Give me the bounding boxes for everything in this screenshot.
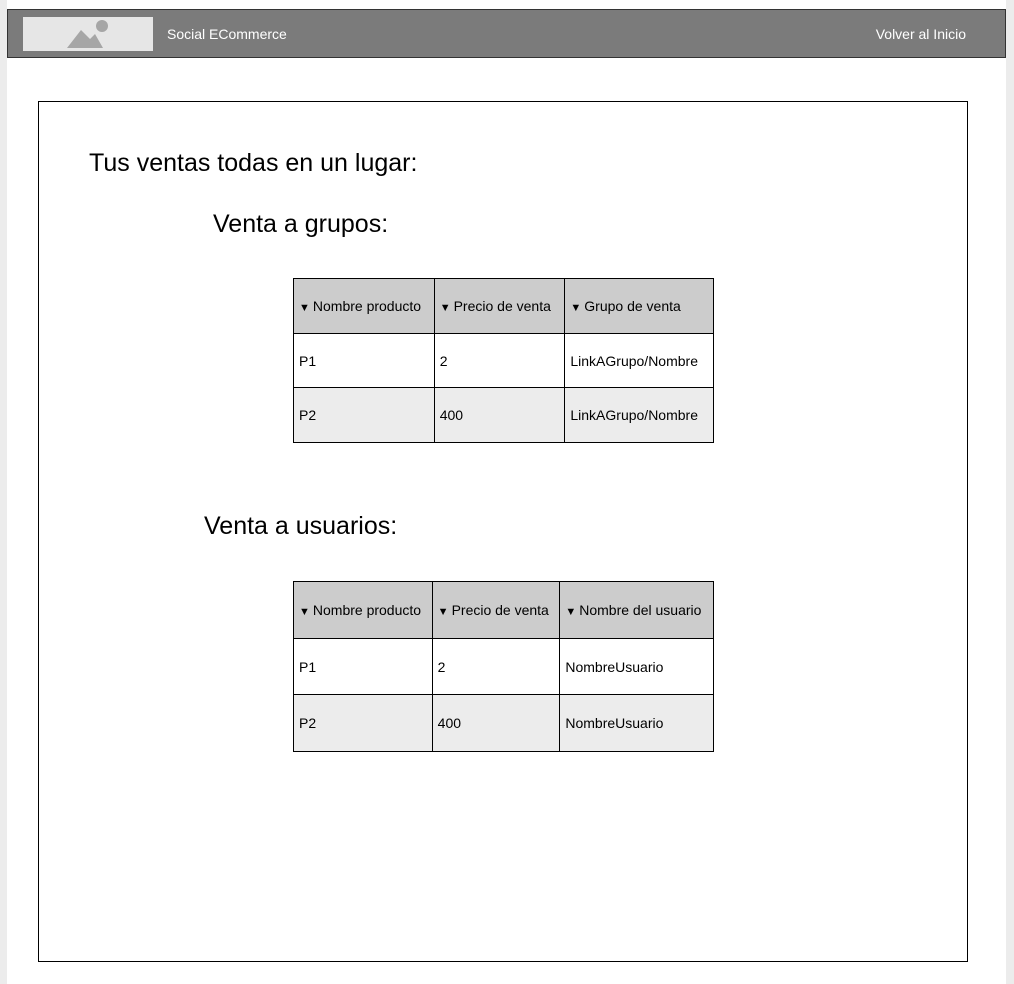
table-row: P2 400 LinkAGrupo/Nombre: [293, 387, 714, 443]
sort-down-icon: ▼: [565, 606, 577, 618]
table-header-row: ▼ Nombre producto ▼ Precio de venta ▼ Nombr…: [293, 581, 714, 639]
column-header-sale-price[interactable]: ▼ Precio de venta: [431, 581, 561, 639]
sort-down-icon: ▼: [439, 302, 451, 314]
group-sales-title: Venta a grupos:: [213, 210, 389, 238]
table-row: P1 2 NombreUsuario: [293, 638, 714, 695]
sales-panel: [38, 101, 968, 962]
column-header-user-name[interactable]: ▼ Nombre del usuario: [559, 581, 714, 639]
sale-price-cell: 2: [431, 638, 561, 695]
table-row: P1 2 LinkAGrupo/Nombre: [293, 333, 714, 388]
user-name-cell: NombreUsuario: [559, 638, 714, 695]
sort-down-icon: ▼: [570, 302, 582, 314]
product-name-cell: P1: [293, 638, 433, 695]
product-name-cell: P2: [293, 694, 433, 752]
sale-price-cell: 400: [433, 387, 566, 443]
sort-down-icon: ▼: [437, 606, 449, 618]
column-header-product-name[interactable]: ▼ Nombre producto: [293, 278, 435, 334]
sort-down-icon: ▼: [299, 606, 310, 618]
table-row: P2 400 NombreUsuario: [293, 694, 714, 752]
logo-placeholder: [23, 17, 153, 51]
app-title: Social ECommerce: [167, 26, 287, 42]
column-header-sale-price[interactable]: ▼ Precio de venta: [433, 278, 566, 334]
back-to-home-link[interactable]: Volver al Inicio: [876, 26, 966, 42]
sale-price-cell: 2: [433, 333, 566, 388]
table-header-row: ▼ Nombre producto ▼ Precio de venta ▼ Grupo…: [293, 278, 714, 334]
sort-down-icon: ▼: [299, 302, 310, 314]
product-name-cell: P2: [293, 387, 435, 443]
image-placeholder-icon: [67, 20, 108, 48]
column-header-product-name[interactable]: ▼ Nombre producto: [293, 581, 433, 639]
group-sales-table: ▼ Nombre producto ▼ Precio de venta ▼ Grupo…: [293, 278, 714, 443]
sale-price-cell: 400: [431, 694, 561, 752]
group-link-cell[interactable]: LinkAGrupo/Nombre: [564, 333, 714, 388]
product-name-cell: P1: [293, 333, 435, 388]
page-title: Tus ventas todas en un lugar:: [89, 149, 418, 177]
group-link-cell[interactable]: LinkAGrupo/Nombre: [564, 387, 714, 443]
user-sales-table: ▼ Nombre producto ▼ Precio de venta ▼ Nombr…: [293, 581, 714, 752]
user-name-cell: NombreUsuario: [559, 694, 714, 752]
user-sales-title: Venta a usuarios:: [204, 512, 398, 540]
column-header-sale-group[interactable]: ▼ Grupo de venta: [564, 278, 714, 334]
top-navbar: Social ECommerce Volver al Inicio: [7, 9, 1006, 58]
